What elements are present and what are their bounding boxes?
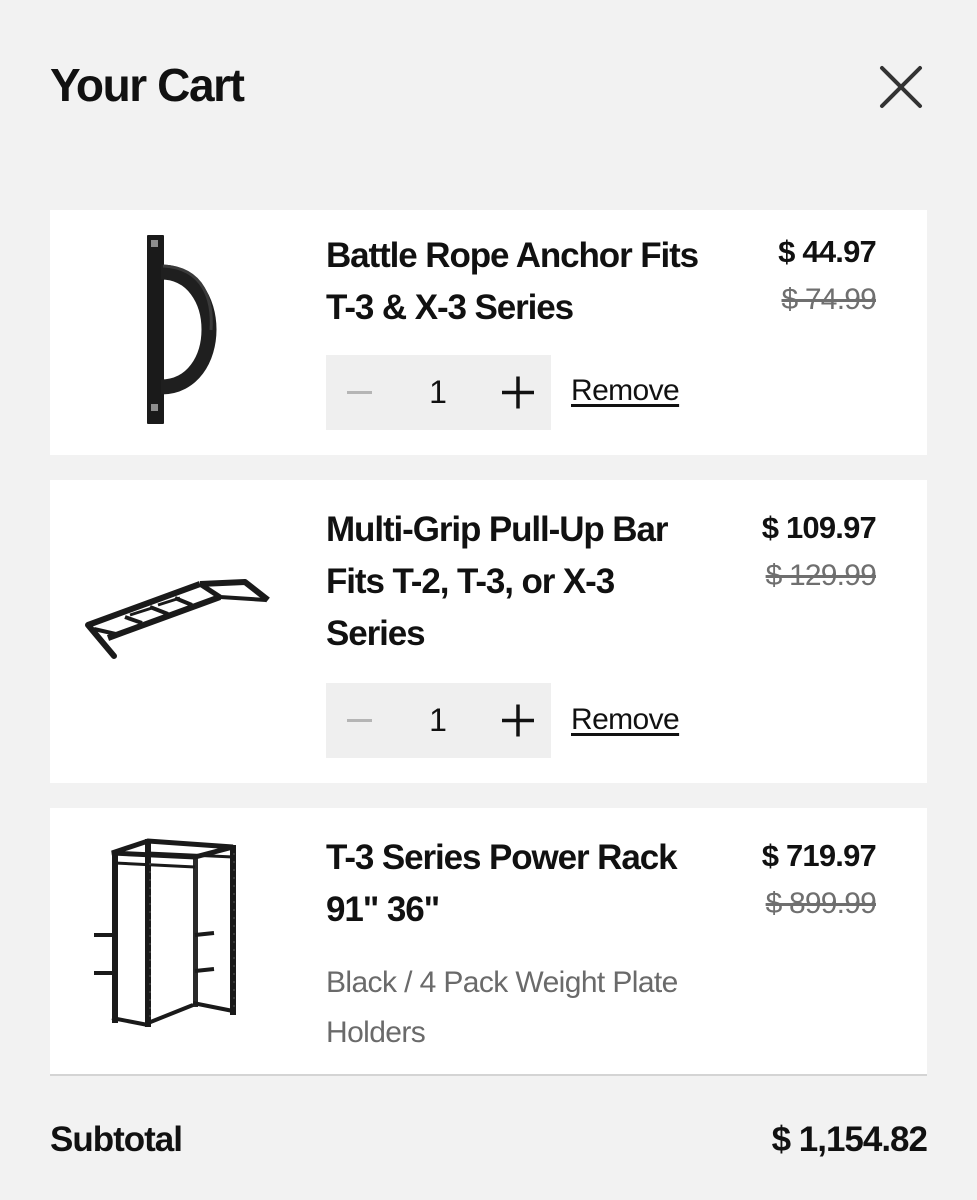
item-name[interactable]: Multi-Grip Pull-Up Bar Fits T-2, T-3, or… — [326, 504, 706, 660]
increase-quantity-button[interactable] — [500, 683, 540, 758]
pull-up-bar-image — [80, 570, 275, 665]
item-name[interactable]: Battle Rope Anchor Fits T-3 & X-3 Series — [326, 230, 706, 334]
battle-rope-anchor-image — [135, 232, 225, 427]
quantity-stepper: 1 — [326, 683, 551, 758]
subtotal-label: Subtotal — [50, 1120, 183, 1159]
quantity-value: 1 — [429, 702, 447, 738]
increase-quantity-button[interactable] — [500, 355, 540, 430]
item-variant: Black / 4 Pack Weight Plate Holders — [326, 966, 678, 1049]
cart-item: Battle Rope Anchor Fits T-3 & X-3 Series… — [50, 210, 927, 455]
item-price: $ 44.97 — [778, 234, 877, 269]
decrease-quantity-button[interactable] — [342, 683, 382, 758]
cart-item: T-3 Series Power Rack 91" 36" $ 719.97 $… — [50, 808, 927, 1074]
decrease-quantity-button[interactable] — [342, 355, 382, 430]
remove-button[interactable]: Remove — [571, 700, 680, 740]
item-price: $ 719.97 — [761, 838, 877, 873]
quantity-stepper: 1 — [326, 355, 551, 430]
power-rack-image — [90, 833, 250, 1033]
subtotal-value: $ 1,154.82 — [771, 1120, 928, 1159]
cart-title: Your Cart — [50, 59, 245, 111]
item-price: $ 109.97 — [761, 510, 877, 545]
summary-divider — [50, 1074, 927, 1076]
item-compare-price: $ 74.99 — [781, 283, 877, 316]
quantity-value: 1 — [429, 374, 447, 410]
remove-button[interactable]: Remove — [571, 371, 680, 411]
item-name[interactable]: T-3 Series Power Rack 91" 36" — [326, 832, 706, 936]
item-compare-price: $ 899.99 — [765, 887, 877, 920]
item-compare-price: $ 129.99 — [765, 559, 877, 592]
close-icon[interactable] — [878, 64, 924, 110]
cart-item: Multi-Grip Pull-Up Bar Fits T-2, T-3, or… — [50, 480, 927, 783]
